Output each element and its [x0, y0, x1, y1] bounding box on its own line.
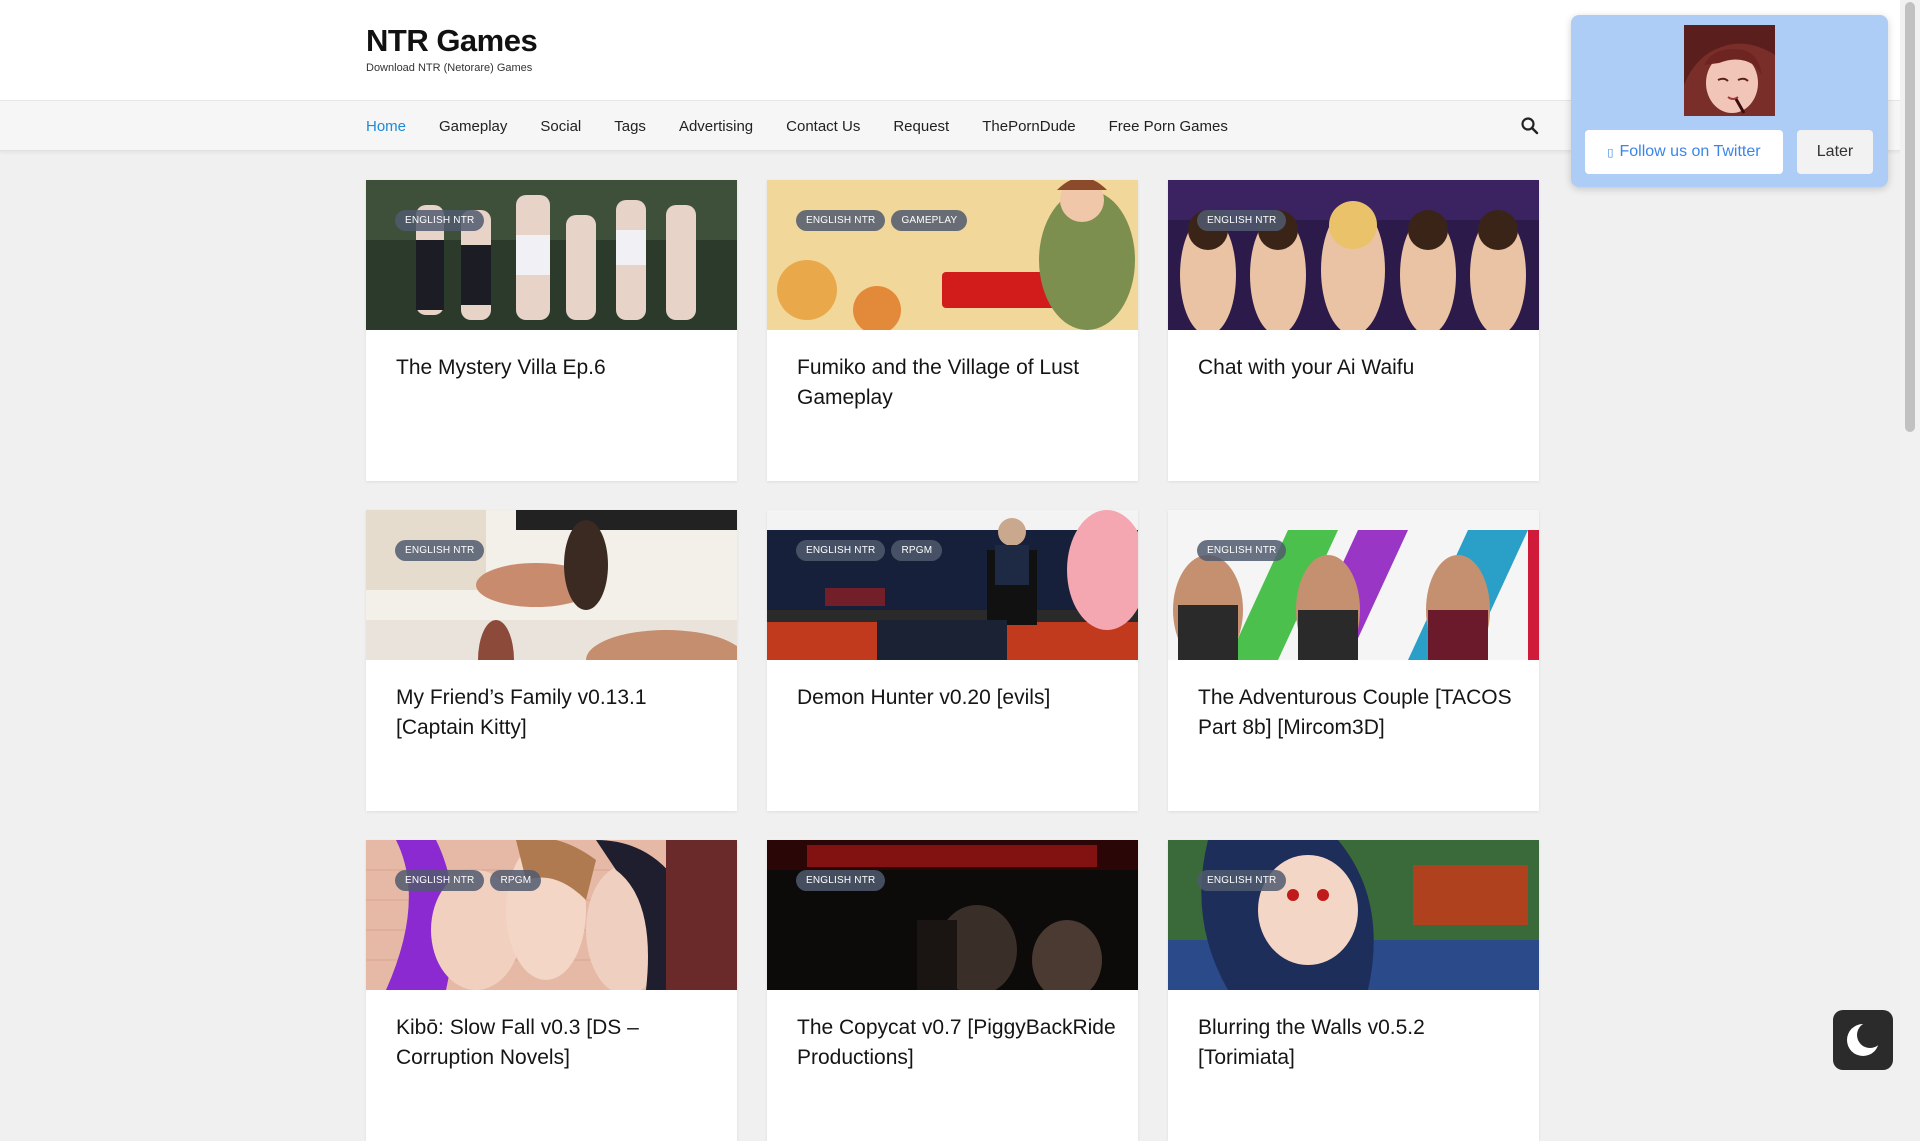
post-tags: English NTR [1197, 540, 1292, 561]
post-title[interactable]: Kibō: Slow Fall v0.3 [DS – Corruption No… [396, 1013, 716, 1073]
nav-item-theporndude[interactable]: ThePornDude [982, 118, 1075, 135]
category-tag[interactable]: English NTR [1197, 210, 1287, 231]
post-tags: English NTR RPGM [395, 870, 547, 891]
search-button[interactable] [1520, 116, 1540, 136]
twitter-icon: ▯ [1607, 146, 1614, 159]
post-thumbnail[interactable]: English NTR [1168, 840, 1539, 990]
post-card[interactable]: English NTR RPGM Kibō: Slow Fall v0.3 [DS … [366, 840, 737, 1141]
post-thumbnail[interactable]: English NTR [767, 840, 1138, 990]
moon-icon [1847, 1022, 1883, 1056]
twitter-follow-popup: ▯ Follow us on Twitter Later [1571, 15, 1888, 187]
follow-twitter-button[interactable]: ▯ Follow us on Twitter [1585, 130, 1783, 174]
post-card[interactable]: English NTR RPGM Demon Hunter v0.20 [evils… [767, 510, 1138, 811]
nav-item-request[interactable]: Request [893, 118, 949, 135]
post-title[interactable]: Blurring the Walls v0.5.2 [Torimiata] [1198, 1013, 1518, 1073]
nav-item-advertising[interactable]: Advertising [679, 118, 753, 135]
category-tag[interactable]: English NTR [796, 540, 886, 561]
post-thumbnail[interactable]: English NTR [1168, 180, 1539, 330]
post-title[interactable]: Fumiko and the Village of Lust Gameplay [797, 353, 1117, 413]
site-title[interactable]: NTR Games [366, 24, 538, 58]
post-card[interactable]: English NTR Blurring the Walls v0.5.2 [To… [1168, 840, 1539, 1141]
category-tag[interactable]: English NTR [1197, 870, 1287, 891]
post-tags: English NTR RPGM [796, 540, 948, 561]
post-title[interactable]: Chat with your Ai Waifu [1198, 353, 1518, 383]
post-tags: English NTR [1197, 870, 1292, 891]
post-card[interactable]: English NTR The Mystery Villa Ep.6 [366, 180, 737, 481]
site-tagline: Download NTR (Netorare) Games [366, 62, 533, 74]
category-tag[interactable]: English NTR [395, 210, 485, 231]
search-icon [1521, 117, 1539, 135]
post-thumbnail[interactable]: English NTR RPGM [767, 510, 1138, 660]
site-branding[interactable]: NTR Games Download NTR (Netorare) Games [366, 24, 538, 75]
page-scrollbar[interactable] [1900, 0, 1920, 1080]
nav-item-tags[interactable]: Tags [614, 118, 646, 135]
category-tag[interactable]: English NTR [395, 870, 485, 891]
nav-item-social[interactable]: Social [540, 118, 581, 135]
post-title[interactable]: The Mystery Villa Ep.6 [396, 353, 716, 383]
post-thumbnail[interactable]: English NTR [1168, 510, 1539, 660]
post-thumbnail[interactable]: English NTR [366, 510, 737, 660]
post-card[interactable]: English NTR The Copycat v0.7 [PiggyBackRi… [767, 840, 1138, 1141]
category-tag[interactable]: English NTR [1197, 540, 1287, 561]
category-tag[interactable]: RPGM [490, 870, 542, 891]
category-tag[interactable]: RPGM [891, 540, 943, 561]
post-card[interactable]: English NTR Chat with your Ai Waifu [1168, 180, 1539, 481]
nav-item-home[interactable]: Home [366, 118, 406, 135]
nav-item-free-porn-games[interactable]: Free Porn Games [1109, 118, 1228, 135]
nav-menu: Home Gameplay Social Tags Advertising Contact… [366, 101, 1261, 151]
post-title[interactable]: The Adventurous Couple [TACOS Part 8b] [… [1198, 683, 1518, 743]
site-avatar [1684, 25, 1775, 116]
category-tag[interactable]: English NTR [796, 210, 886, 231]
scrollbar-thumb[interactable] [1905, 2, 1915, 432]
follow-twitter-label: Follow us on Twitter [1619, 143, 1761, 160]
post-thumbnail[interactable]: English NTR [366, 180, 737, 330]
post-title[interactable]: The Copycat v0.7 [PiggyBackRide Producti… [797, 1013, 1117, 1073]
post-card[interactable]: English NTR Gameplay Fumiko and the Villag… [767, 180, 1138, 481]
category-tag[interactable]: English NTR [796, 870, 886, 891]
post-tags: English NTR Gameplay [796, 210, 973, 231]
nav-item-gameplay[interactable]: Gameplay [439, 118, 507, 135]
category-tag[interactable]: Gameplay [891, 210, 968, 231]
nav-item-contact-us[interactable]: Contact Us [786, 118, 860, 135]
post-tags: English NTR [1197, 210, 1292, 231]
post-card[interactable]: English NTR My Friend’s Family v0.13.1 [C… [366, 510, 737, 811]
dark-mode-toggle[interactable] [1833, 1010, 1893, 1070]
category-tag[interactable]: English NTR [395, 540, 485, 561]
post-thumbnail[interactable]: English NTR Gameplay [767, 180, 1138, 330]
post-title[interactable]: My Friend’s Family v0.13.1 [Captain Kitt… [396, 683, 716, 743]
post-thumbnail[interactable]: English NTR RPGM [366, 840, 737, 990]
post-tags: English NTR [395, 210, 490, 231]
post-card[interactable]: English NTR The Adventurous Couple [TACOS… [1168, 510, 1539, 811]
post-title[interactable]: Demon Hunter v0.20 [evils] [797, 683, 1117, 713]
post-tags: English NTR [796, 870, 891, 891]
post-tags: English NTR [395, 540, 490, 561]
later-button[interactable]: Later [1797, 130, 1873, 174]
